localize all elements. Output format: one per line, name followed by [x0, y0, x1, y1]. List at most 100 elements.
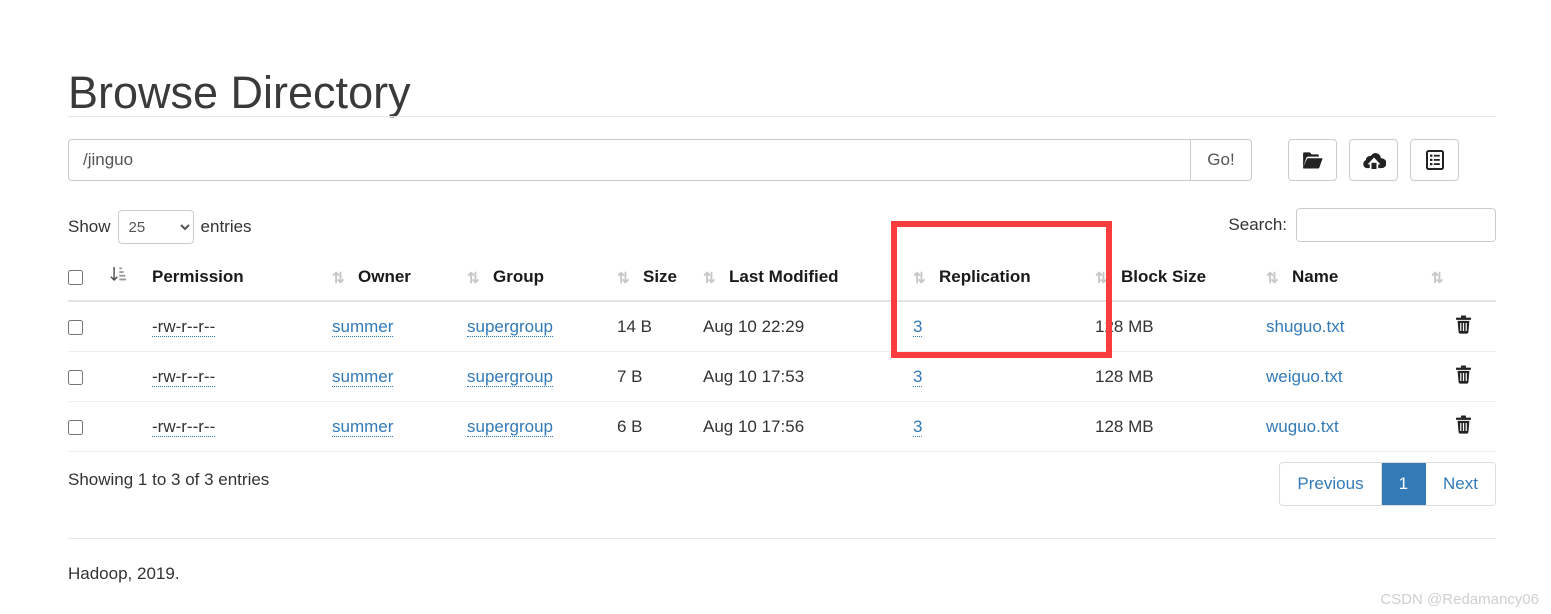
browse-directory-page: Browse Directory Go!	[0, 0, 1551, 614]
go-button[interactable]: Go!	[1190, 139, 1252, 181]
delete-icon[interactable]	[1455, 415, 1472, 434]
header-name-label: Name	[1292, 267, 1339, 286]
table-row: -rw-r--r-- summer supergroup 6 B Aug 10 …	[68, 401, 1496, 452]
header-name[interactable]: ⇅ Name	[1266, 258, 1431, 302]
permission-value[interactable]: -rw-r--r--	[152, 317, 216, 337]
cell-size: 14 B	[617, 301, 703, 352]
cell-group: supergroup	[467, 301, 617, 352]
header-owner[interactable]: ⇅ Owner	[332, 258, 467, 302]
select-all-header	[68, 258, 110, 302]
path-input-group: Go!	[68, 139, 1252, 181]
table-head: Permission ⇅ Owner ⇅ Group ⇅ Size ⇅ Last…	[68, 258, 1496, 302]
permission-value[interactable]: -rw-r--r--	[152, 367, 216, 387]
cell-replication: 3	[913, 301, 1095, 352]
search-label: Search:	[1228, 215, 1287, 234]
cell-group: supergroup	[467, 351, 617, 402]
header-owner-label: Owner	[358, 267, 411, 286]
cell-last-modified: Aug 10 17:56	[703, 401, 913, 452]
cut-paste-button[interactable]	[1410, 139, 1459, 181]
header-permission[interactable]: Permission	[152, 258, 332, 302]
directory-table: Permission ⇅ Owner ⇅ Group ⇅ Size ⇅ Last…	[68, 258, 1496, 452]
header-last-modified[interactable]: ⇅ Last Modified	[703, 258, 913, 302]
sort-toggle-icon[interactable]: ⇅	[617, 269, 633, 287]
cell-name: shuguo.txt	[1266, 301, 1431, 352]
header-group-label: Group	[493, 267, 544, 286]
show-label: Show	[68, 217, 111, 236]
new-directory-button[interactable]	[1288, 139, 1337, 181]
cell-owner: summer	[332, 401, 467, 452]
replication-value[interactable]: 3	[913, 417, 923, 437]
delete-icon[interactable]	[1455, 315, 1472, 334]
footer-divider	[68, 538, 1496, 539]
directory-action-buttons	[1288, 139, 1459, 181]
table-row: -rw-r--r-- summer supergroup 7 B Aug 10 …	[68, 351, 1496, 402]
sort-toggle-icon[interactable]: ⇅	[1266, 269, 1282, 287]
table-info: Showing 1 to 3 of 3 entries	[68, 470, 270, 489]
footer-text: Hadoop, 2019.	[68, 564, 180, 583]
next-page-button[interactable]: Next	[1426, 463, 1495, 505]
row-spacer-cell	[110, 351, 152, 402]
select-all-checkbox[interactable]	[68, 270, 83, 286]
folder-open-icon	[1302, 151, 1324, 169]
owner-value[interactable]: summer	[332, 317, 394, 337]
sort-toggle-icon[interactable]: ⇅	[703, 269, 719, 287]
header-last-modified-label: Last Modified	[729, 267, 839, 286]
replication-value[interactable]: 3	[913, 367, 923, 387]
delete-icon[interactable]	[1455, 365, 1472, 384]
header-permission-label: Permission	[152, 267, 244, 286]
sort-toggle-icon[interactable]: ⇅	[1095, 269, 1111, 287]
table-row: -rw-r--r-- summer supergroup 14 B Aug 10…	[68, 301, 1496, 352]
owner-value[interactable]: summer	[332, 367, 394, 387]
cell-last-modified: Aug 10 17:53	[703, 351, 913, 402]
sort-toggle-icon[interactable]: ⇅	[1431, 269, 1447, 287]
row-checkbox[interactable]	[68, 320, 83, 336]
row-checkbox[interactable]	[68, 370, 83, 386]
cell-replication: 3	[913, 401, 1095, 452]
page-length-select[interactable]: 25	[117, 210, 194, 244]
file-name-link[interactable]: wuguo.txt	[1266, 417, 1339, 436]
group-value[interactable]: supergroup	[467, 317, 554, 337]
replication-value[interactable]: 3	[913, 317, 923, 337]
header-size[interactable]: ⇅ Size	[617, 258, 703, 302]
cell-delete	[1431, 351, 1496, 402]
row-select-cell	[68, 401, 110, 452]
sort-order-header[interactable]	[110, 258, 152, 302]
sort-toggle-icon[interactable]: ⇅	[332, 269, 348, 287]
cell-block-size: 128 MB	[1095, 401, 1266, 452]
previous-page-button[interactable]: Previous	[1280, 463, 1382, 505]
upload-button[interactable]	[1349, 139, 1398, 181]
search-input[interactable]	[1296, 208, 1496, 242]
row-checkbox[interactable]	[68, 420, 83, 436]
cell-size: 6 B	[617, 401, 703, 452]
header-replication[interactable]: ⇅ Replication	[913, 258, 1095, 302]
title-divider	[68, 116, 1496, 117]
page-1-button[interactable]: 1	[1381, 463, 1427, 505]
cell-permission: -rw-r--r--	[152, 351, 332, 402]
header-group[interactable]: ⇅ Group	[467, 258, 617, 302]
cell-block-size: 128 MB	[1095, 351, 1266, 402]
cell-owner: summer	[332, 351, 467, 402]
group-value[interactable]: supergroup	[467, 367, 554, 387]
sort-toggle-icon[interactable]: ⇅	[467, 269, 483, 287]
cell-permission: -rw-r--r--	[152, 301, 332, 352]
cell-block-size: 128 MB	[1095, 301, 1266, 352]
sort-toggle-icon[interactable]: ⇅	[913, 269, 929, 287]
cell-size: 7 B	[617, 351, 703, 402]
path-input[interactable]	[68, 139, 1190, 181]
row-spacer-cell	[110, 301, 152, 352]
cell-name: wuguo.txt	[1266, 401, 1431, 452]
table-header-row: Permission ⇅ Owner ⇅ Group ⇅ Size ⇅ Last…	[68, 258, 1496, 302]
cell-name: weiguo.txt	[1266, 351, 1431, 402]
cell-replication: 3	[913, 351, 1095, 402]
sort-amount-down-icon[interactable]	[110, 267, 126, 286]
group-value[interactable]: supergroup	[467, 417, 554, 437]
header-block-size[interactable]: ⇅ Block Size	[1095, 258, 1266, 302]
permission-value[interactable]: -rw-r--r--	[152, 417, 216, 437]
watermark: CSDN @Redamancy06	[1380, 591, 1539, 608]
cell-delete	[1431, 301, 1496, 352]
cell-group: supergroup	[467, 401, 617, 452]
owner-value[interactable]: summer	[332, 417, 394, 437]
file-name-link[interactable]: weiguo.txt	[1266, 367, 1343, 386]
search-control: Search:	[1228, 208, 1496, 242]
file-name-link[interactable]: shuguo.txt	[1266, 317, 1344, 336]
